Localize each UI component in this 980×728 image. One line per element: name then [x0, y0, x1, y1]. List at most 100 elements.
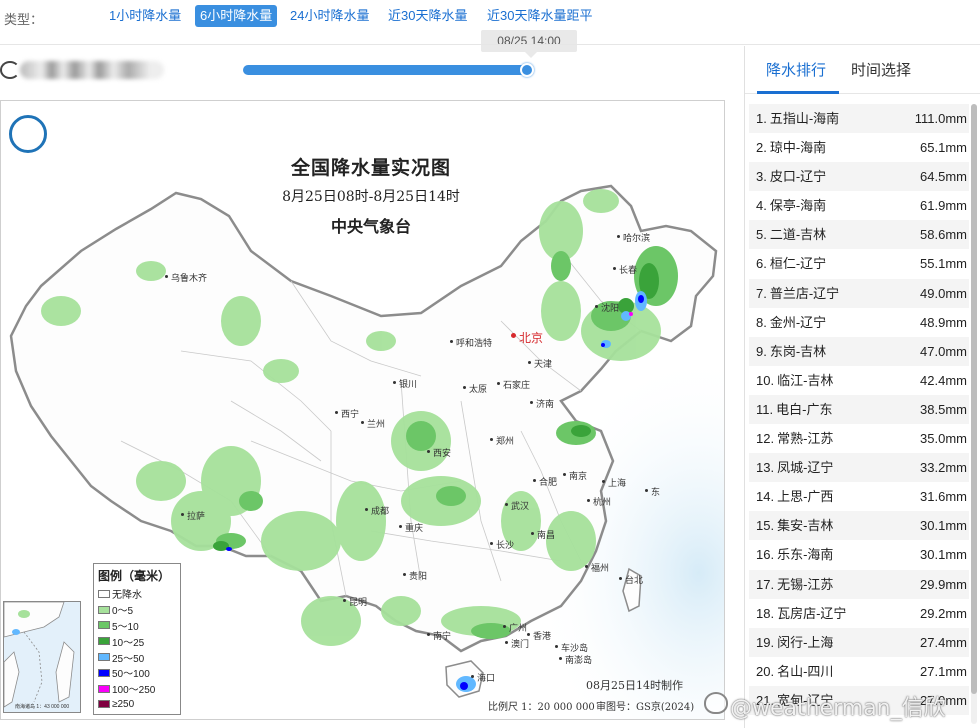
tab-6h-precip[interactable]: 6小时降水量 — [195, 5, 278, 27]
precip-value: 42.4mm — [920, 372, 967, 388]
city-label: 沈阳 — [594, 303, 620, 313]
ranking-row[interactable]: 11. 电白-广东 38.5mm — [749, 394, 969, 425]
rank-number: 1. — [756, 111, 767, 126]
city-label: 南京 — [562, 471, 588, 481]
type-bar: 类型： 1小时降水量 6小时降水量 24小时降水量 近30天降水量 近30天降水… — [0, 0, 980, 32]
play-controls[interactable] — [0, 57, 170, 83]
rank-number: 12. — [756, 431, 775, 447]
rank-number: 10. — [756, 372, 775, 388]
city-label: 乌鲁木齐 — [164, 273, 208, 283]
inset-map — [4, 602, 80, 712]
tab-24h-precip[interactable]: 24小时降水量 — [285, 5, 374, 27]
precip-value: 49.0mm — [920, 285, 967, 301]
scrollbar-thumb[interactable] — [971, 104, 977, 694]
rank-number: 11. — [756, 401, 774, 417]
rank-number: 4. — [756, 198, 767, 214]
rank-number: 3. — [756, 169, 767, 185]
south-china-sea-inset — [3, 601, 81, 713]
city-label: 澳门 — [504, 639, 530, 649]
rank-number: 16. — [756, 547, 775, 563]
time-tooltip: 08/25 14:00 — [481, 30, 577, 58]
precip-value: 33.2mm — [920, 460, 967, 476]
tab-30d-anomaly[interactable]: 近30天降水量距平 — [482, 5, 597, 27]
ranking-row[interactable]: 3. 皮口-辽宁 64.5mm — [749, 162, 969, 192]
station-name: 金州-辽宁 — [769, 314, 827, 330]
ranking-row[interactable]: 5. 二道-吉林 58.6mm — [749, 220, 969, 250]
tab-30d-precip[interactable]: 近30天降水量 — [383, 5, 472, 27]
map-title: 全国降水量实况图 — [290, 157, 451, 179]
rank-number: 19. — [756, 634, 775, 650]
cma-logo-icon — [9, 115, 47, 153]
station-name: 临江-吉林 — [777, 372, 834, 388]
ranking-row[interactable]: 17. 无锡-江苏 29.9mm — [749, 569, 969, 599]
city-label: 长沙 — [489, 540, 515, 550]
station-name: 普兰店-辽宁 — [769, 285, 840, 301]
legend-item: 25～50 — [98, 649, 180, 665]
legend-label: 100～250 — [112, 685, 156, 697]
station-name: 二道-吉林 — [769, 227, 827, 243]
station-name: 保亭-海南 — [769, 198, 827, 214]
rank-number: 9. — [756, 343, 767, 359]
city-label: 石家庄 — [496, 380, 531, 390]
city-label: 福州 — [584, 563, 610, 573]
rank-number: 14. — [756, 489, 775, 505]
rank-number: 6. — [756, 256, 767, 272]
station-name: 名山-四川 — [777, 663, 834, 679]
play-icon[interactable] — [0, 61, 20, 79]
ranking-row[interactable]: 9. 东岗-吉林 47.0mm — [749, 336, 969, 366]
legend-label: 5～10 — [112, 621, 139, 633]
city-label: 兰州 — [360, 419, 386, 429]
city-label: 成都 — [364, 506, 390, 516]
ranking-row[interactable]: 4. 保亭-海南 61.9mm — [749, 191, 969, 220]
station-name: 瓦房店-辽宁 — [777, 605, 847, 621]
slider-track — [243, 65, 528, 75]
ranking-scrollbar[interactable] — [971, 104, 977, 724]
made-time-note: 08月25日14时制作 — [586, 679, 683, 692]
tab-time-select[interactable]: 时间选择 — [851, 59, 911, 80]
ranking-row[interactable]: 6. 桓仁-辽宁 55.1mm — [749, 249, 969, 278]
tab-precip-ranking[interactable]: 降水排行 — [766, 59, 826, 80]
station-name: 五指山-海南 — [769, 111, 840, 126]
city-label: 长春 — [612, 265, 638, 275]
ranking-row[interactable]: 19. 闵行-上海 27.4mm — [749, 627, 969, 657]
precip-value: 64.5mm — [920, 169, 967, 185]
ranking-row[interactable]: 14. 上思-广西 31.6mm — [749, 482, 969, 511]
ranking-row[interactable]: 20. 名山-四川 27.1mm — [749, 657, 969, 686]
ranking-row[interactable]: 7. 普兰店-辽宁 49.0mm — [749, 278, 969, 308]
ranking-row[interactable]: 8. 金州-辽宁 48.9mm — [749, 308, 969, 337]
legend-swatch — [98, 605, 110, 614]
legend-swatch — [98, 637, 110, 646]
legend-item: 5～10 — [98, 618, 180, 634]
slider-handle[interactable] — [520, 63, 535, 77]
ranking-row[interactable]: 18. 瓦房店-辽宁 29.2mm — [749, 599, 969, 628]
top-divider — [0, 44, 980, 45]
legend-label: 25～50 — [112, 653, 145, 665]
city-label: 台北 — [618, 575, 644, 585]
ranking-row[interactable]: 12. 常熟-江苏 35.0mm — [749, 424, 969, 453]
weibo-icon — [704, 692, 728, 714]
island-label: 南澎岛 — [558, 655, 593, 665]
time-slider[interactable] — [243, 63, 535, 77]
ranking-row[interactable]: 13. 凤城-辽宁 33.2mm — [749, 453, 969, 483]
station-name: 凤城-辽宁 — [777, 460, 834, 476]
city-label: 拉萨 — [180, 511, 206, 521]
ranking-row[interactable]: 10. 临江-吉林 42.4mm — [749, 366, 969, 395]
legend-item: ≥250 — [98, 697, 180, 713]
legend-item: 100～250 — [98, 681, 180, 697]
city-label: 南昌 — [530, 530, 556, 540]
precip-value: 47.0mm — [920, 343, 967, 359]
ranking-row[interactable]: 2. 琼中-海南 65.1mm — [749, 133, 969, 162]
precipitation-map[interactable]: 全国降水量实况图 8月25日08时-8月25日14时 中央气象台 乌鲁木齐 哈尔… — [0, 100, 725, 720]
city-label: 哈尔滨 — [616, 233, 651, 243]
map-organization: 中央气象台 — [330, 217, 411, 236]
precip-value: 65.1mm — [920, 140, 967, 156]
tab-1h-precip[interactable]: 1小时降水量 — [104, 5, 186, 27]
ranking-row[interactable]: 15. 集安-吉林 30.1mm — [749, 511, 969, 541]
station-name: 无锡-江苏 — [777, 576, 834, 592]
legend-item: 无降水 — [98, 586, 180, 602]
ranking-row[interactable]: 1. 五指山-海南 111.0mm — [749, 104, 969, 134]
city-label: 南宁 — [426, 631, 452, 641]
watermark: @weatherman_信欣 — [730, 696, 946, 721]
city-label: 郑州 — [489, 436, 515, 446]
ranking-row[interactable]: 16. 乐东-海南 30.1mm — [749, 540, 969, 569]
